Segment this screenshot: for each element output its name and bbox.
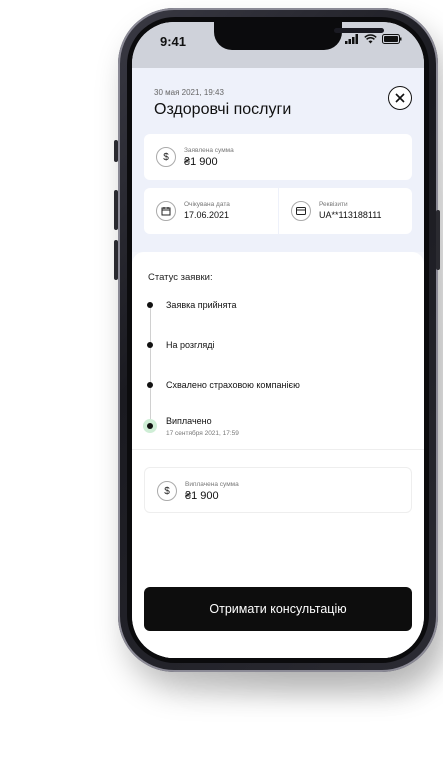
power-button — [436, 210, 440, 270]
paid-amount-value: ₴1 900 — [185, 490, 219, 502]
dollar-icon: $ — [156, 147, 176, 167]
step-paid-date: 17 сентября 2021, 17:59 — [166, 430, 239, 437]
status-icons — [345, 34, 402, 47]
step-paid: Виплачено — [166, 416, 212, 426]
expected-date-card: Очікувана дата 17.06.2021 — [144, 188, 278, 234]
requisites-label: Реквізити — [319, 201, 348, 208]
timeline-line — [150, 304, 151, 424]
expected-date-label: Очікувана дата — [184, 201, 230, 208]
step-dot — [147, 423, 153, 429]
requisites-card: Реквізити UA**113188111 — [279, 188, 412, 234]
side-button — [114, 140, 118, 162]
step-review: На розгляді — [166, 340, 215, 350]
speaker — [334, 28, 384, 33]
page-title: Оздоровчі послуги — [154, 101, 292, 118]
volume-up-button — [114, 190, 118, 230]
expected-date-value: 17.06.2021 — [184, 210, 230, 220]
app-screen: 9:41 30 мая 2021, 19:43 Оздоровчі послуг… — [132, 22, 424, 658]
battery-icon — [382, 34, 402, 47]
signal-icon — [345, 34, 359, 47]
wifi-icon — [364, 34, 377, 47]
claim-date: 30 мая 2021, 19:43 — [154, 88, 224, 97]
close-icon — [395, 93, 405, 103]
claimed-amount-value: ₴1 900 — [184, 156, 218, 168]
status-title: Статус заявки: — [148, 272, 213, 283]
dollar-icon: $ — [157, 481, 177, 501]
volume-down-button — [114, 240, 118, 280]
claimed-amount-label: Заявлена сумма — [184, 147, 234, 154]
calendar-icon — [156, 201, 176, 221]
close-button[interactable] — [388, 86, 412, 110]
step-approved: Схвалено страховою компанією — [166, 380, 300, 390]
claimed-amount-card: $ Заявлена сумма ₴1 900 — [144, 134, 412, 180]
step-accepted: Заявка прийнята — [166, 300, 237, 310]
home-indicator-area — [132, 634, 424, 658]
get-consultation-button[interactable]: Отримати консультацію — [144, 587, 412, 631]
step-dot — [147, 382, 153, 388]
requisites-value: UA**113188111 — [319, 210, 382, 220]
paid-amount-label: Виплачена сумма — [185, 481, 239, 488]
card-icon — [291, 201, 311, 221]
notch — [214, 22, 384, 50]
paid-amount-card: $ Виплачена сумма ₴1 900 — [144, 467, 412, 513]
status-time: 9:41 — [160, 34, 187, 49]
divider — [132, 449, 424, 450]
step-dot — [147, 302, 153, 308]
step-dot — [147, 342, 153, 348]
